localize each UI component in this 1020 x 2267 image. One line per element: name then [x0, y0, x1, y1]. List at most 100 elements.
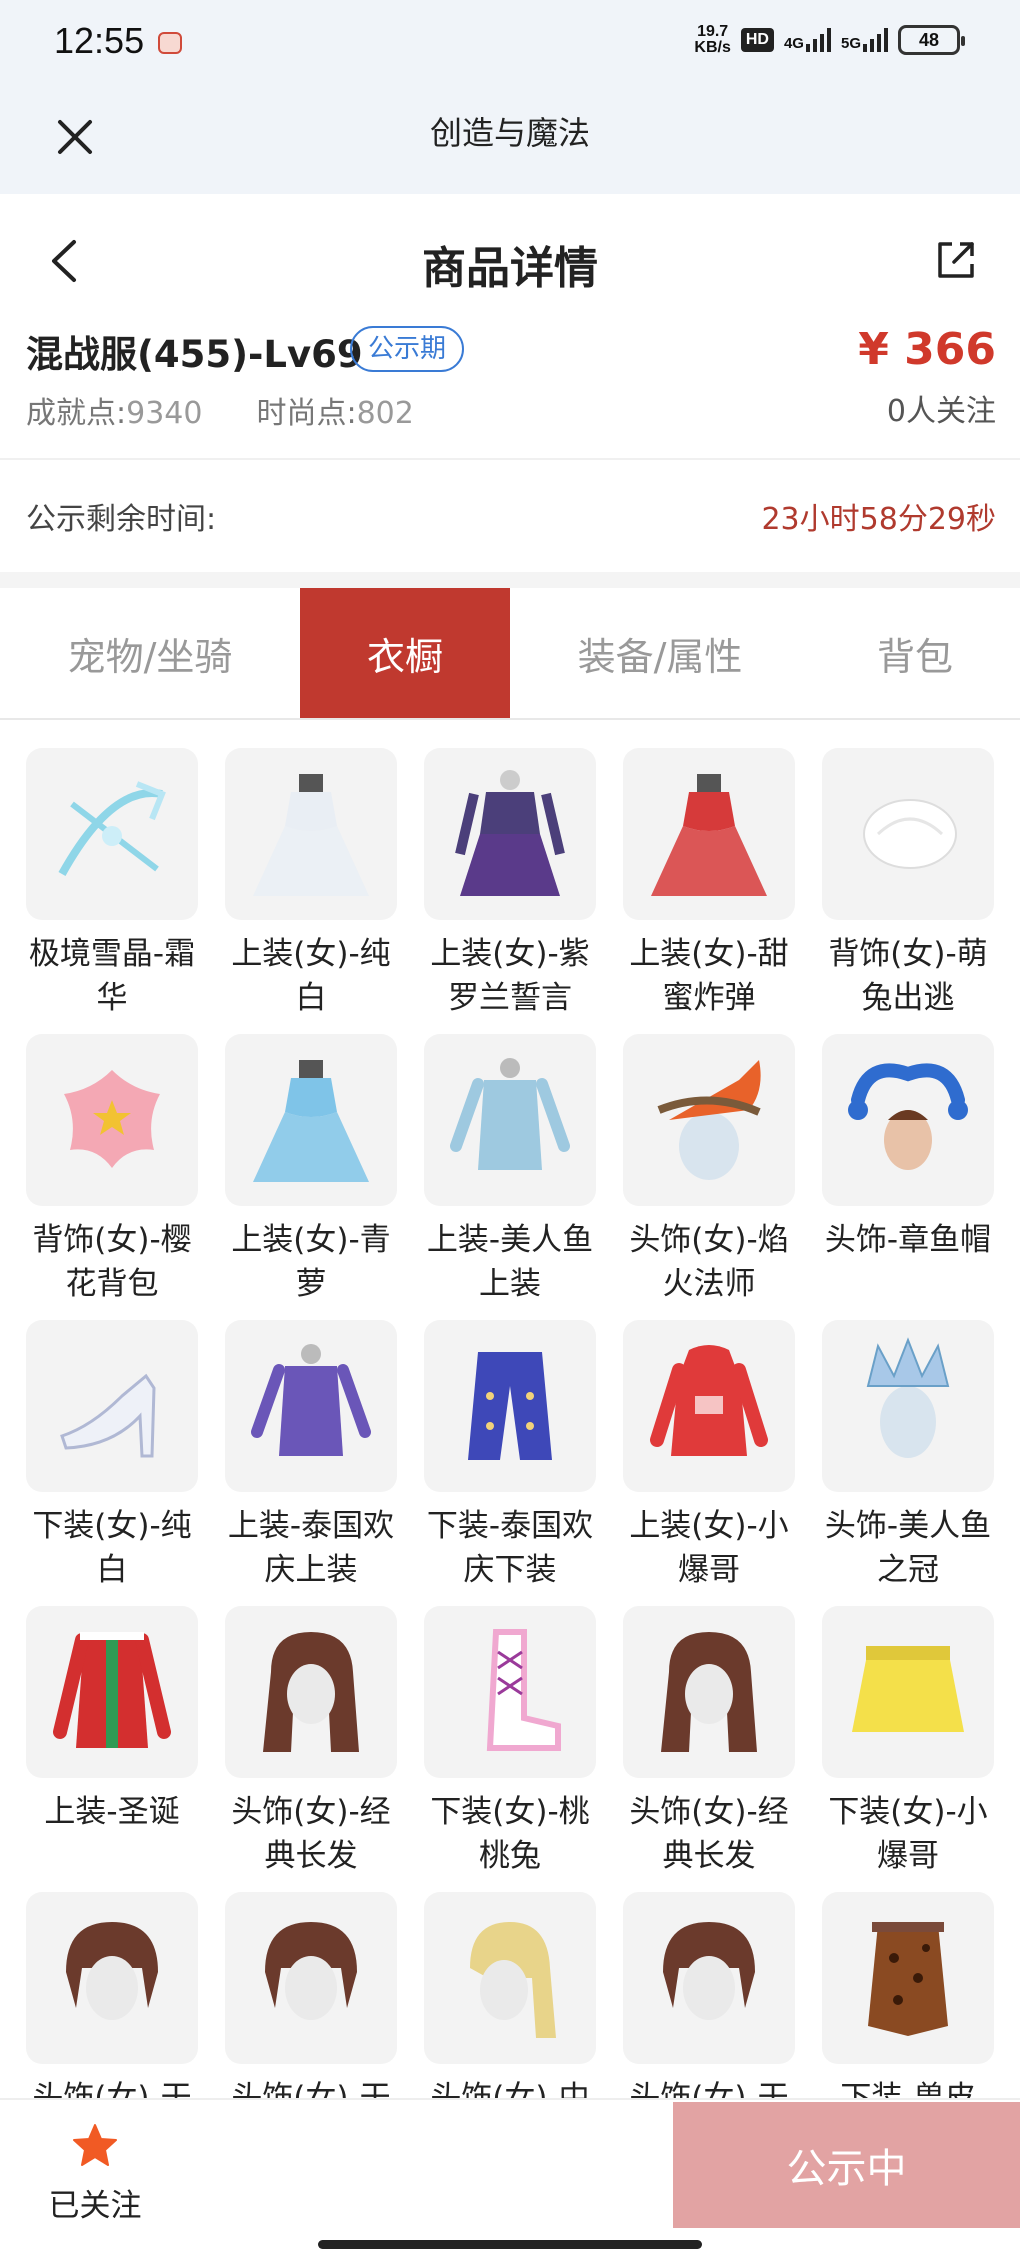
- achievement-points: 成就点:9340: [26, 396, 203, 431]
- wardrobe-item[interactable]: 背饰(女)-樱花背包: [26, 1034, 198, 1320]
- item-thumbnail: [26, 1892, 198, 2064]
- wardrobe-item[interactable]: 上装-圣诞: [26, 1606, 198, 1892]
- item-name: 上装-圣诞: [44, 1794, 180, 1830]
- item-thumbnail: [26, 1320, 198, 1492]
- wardrobe-item[interactable]: 极境雪晶-霜华: [26, 748, 198, 1034]
- hair-long-icon: [661, 1632, 757, 1752]
- wardrobe-item[interactable]: 下装(女)-纯白: [26, 1320, 198, 1606]
- gown-icon: [253, 1060, 369, 1182]
- signal-4g-icon: 4G: [784, 28, 831, 52]
- item-thumbnail: [424, 1034, 596, 1206]
- flower-bag-icon: [64, 1070, 160, 1168]
- wardrobe-item[interactable]: 上装-美人鱼上装: [424, 1034, 596, 1320]
- torso-icon: [251, 1344, 371, 1456]
- status-bar: 12:55 19.7 KB/s HD 4G 5G 48: [0, 0, 1020, 90]
- wardrobe-item[interactable]: 头饰(女)-经典长发: [225, 1606, 397, 1892]
- section-gap: [0, 572, 1020, 588]
- wardrobe-item[interactable]: 上装(女)-纯白: [225, 748, 397, 1034]
- item-name: 下装(女)-小爆哥: [828, 1794, 988, 1874]
- item-thumbnail: [822, 1606, 994, 1778]
- item-name: 背饰(女)-樱花背包: [32, 1222, 192, 1302]
- item-thumbnail: [225, 1034, 397, 1206]
- skirt-icon: [852, 1646, 964, 1732]
- page-header: 商品详情: [0, 194, 1020, 326]
- gown-icon: [651, 774, 767, 896]
- item-name: 极境雪晶-霜华: [28, 936, 196, 1016]
- wardrobe-item[interactable]: 头饰-美人鱼之冠: [822, 1320, 994, 1606]
- hair-long-icon: [263, 1632, 359, 1752]
- wardrobe-item[interactable]: 上装(女)-紫罗兰誓言: [424, 748, 596, 1034]
- wardrobe-item[interactable]: 下装(女)-小爆哥: [822, 1606, 994, 1892]
- wardrobe-item[interactable]: 头饰-章鱼帽: [822, 1034, 994, 1320]
- tab-backpack[interactable]: 背包: [810, 588, 1020, 718]
- fluff-icon: [863, 799, 957, 869]
- item-thumbnail: [26, 1606, 198, 1778]
- boot-icon: [486, 1629, 561, 1751]
- hoodie-icon: [650, 1345, 768, 1456]
- item-name: 上装(女)-甜蜜炸弹: [629, 936, 789, 1016]
- app-notification-icon: [158, 32, 182, 54]
- status-indicators: 19.7 KB/s HD 4G 5G 48: [694, 23, 965, 56]
- tab-pets-mounts[interactable]: 宠物/坐骑: [0, 588, 300, 718]
- pants-icon: [468, 1352, 552, 1460]
- item-name: 背饰(女)-萌兔出逃: [828, 936, 988, 1016]
- follow-button[interactable]: 已关注: [40, 2122, 150, 2232]
- status-badge: 公示期: [350, 326, 465, 372]
- item-thumbnail: [26, 748, 198, 920]
- item-thumbnail: [623, 748, 795, 920]
- hd-icon: HD: [740, 28, 774, 52]
- fur-skirt-icon: [868, 1922, 948, 2036]
- wardrobe-item[interactable]: 下装(女)-桃桃兔: [424, 1606, 596, 1892]
- item-name: 头饰-章鱼帽: [824, 1222, 992, 1258]
- item-name: 下装-泰国欢庆下装: [426, 1508, 594, 1588]
- hair-ponytail-icon: [470, 1922, 556, 2038]
- item-thumbnail: [26, 1034, 198, 1206]
- item-thumbnail: [623, 1892, 795, 2064]
- page-title: 商品详情: [422, 243, 598, 294]
- item-thumbnail: [424, 1320, 596, 1492]
- wardrobe-grid: 极境雪晶-霜华 上装(女)-纯白 上装(女)-紫罗兰誓言 上装(女)-甜蜜炸弹 背饰(女…: [26, 748, 994, 2178]
- wardrobe-item[interactable]: 头饰(女)-经典长发: [623, 1606, 795, 1892]
- status-time: 12:55: [54, 20, 145, 61]
- product-stats: 成就点:9340 时尚点:802: [26, 388, 414, 432]
- tab-bar: 宠物/坐骑 衣橱 装备/属性 背包: [0, 588, 1020, 720]
- coat-icon: [53, 1632, 171, 1748]
- item-thumbnail: [225, 748, 397, 920]
- public-period-button[interactable]: 公示中: [673, 2102, 1020, 2228]
- product-price: ¥ 366: [858, 324, 996, 375]
- wardrobe-item[interactable]: 上装(女)-甜蜜炸弹: [623, 748, 795, 1034]
- item-thumbnail: [225, 1606, 397, 1778]
- followers-count: 0人关注: [886, 394, 996, 429]
- wardrobe-item[interactable]: 头饰(女)-焰火法师: [623, 1034, 795, 1320]
- item-thumbnail: [424, 1606, 596, 1778]
- item-name: 头饰(女)-焰火法师: [629, 1222, 789, 1302]
- wardrobe-item[interactable]: 背饰(女)-萌兔出逃: [822, 748, 994, 1034]
- item-thumbnail: [424, 748, 596, 920]
- follow-label: 已关注: [48, 2188, 142, 2224]
- star-icon: [73, 2124, 117, 2166]
- crossbow-icon: [58, 781, 166, 876]
- remaining-time-value: 23小时58分29秒: [761, 502, 996, 537]
- item-thumbnail: [822, 1034, 994, 1206]
- tab-equipment-attributes[interactable]: 装备/属性: [510, 588, 810, 718]
- item-thumbnail: [225, 1320, 397, 1492]
- share-icon[interactable]: [934, 238, 978, 282]
- title-bar: 创造与魔法: [0, 90, 1020, 194]
- tab-wardrobe[interactable]: 衣橱: [300, 588, 510, 718]
- item-thumbnail: [623, 1606, 795, 1778]
- item-thumbnail: [424, 1892, 596, 2064]
- item-thumbnail: [623, 1034, 795, 1206]
- wardrobe-item[interactable]: 上装-泰国欢庆上装: [225, 1320, 397, 1606]
- wardrobe-item[interactable]: 上装(女)-小爆哥: [623, 1320, 795, 1606]
- wardrobe-item[interactable]: 下装-泰国欢庆下装: [424, 1320, 596, 1606]
- item-name: 下装(女)-桃桃兔: [430, 1794, 590, 1874]
- hair-short-icon: [66, 1922, 158, 2020]
- network-speed: 19.7 KB/s: [694, 23, 731, 56]
- hair-short-icon: [265, 1922, 357, 2020]
- hair-short-icon: [663, 1922, 755, 2020]
- item-name: 头饰(女)-经典长发: [629, 1794, 789, 1874]
- item-name: 头饰-美人鱼之冠: [824, 1508, 992, 1588]
- item-thumbnail: [822, 1892, 994, 2064]
- item-thumbnail: [225, 1892, 397, 2064]
- wardrobe-item[interactable]: 上装(女)-青萝: [225, 1034, 397, 1320]
